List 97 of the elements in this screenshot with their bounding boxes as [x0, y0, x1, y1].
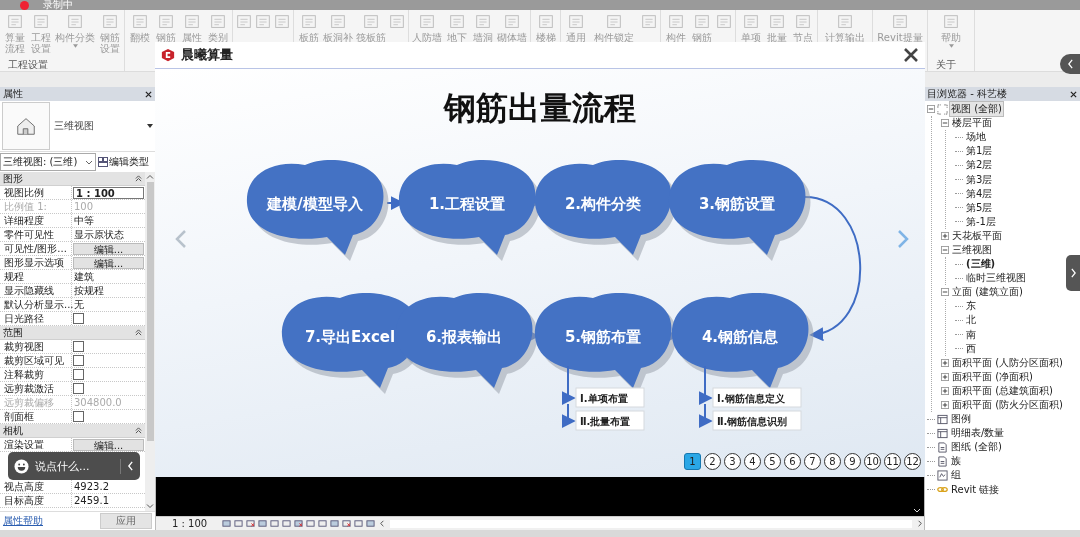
property-label: 剖面框	[0, 410, 72, 423]
tree-item[interactable]: 第3层	[965, 172, 994, 187]
property-label: 规程	[0, 270, 72, 283]
property-label: 视图比例	[0, 186, 72, 199]
property-value: 100	[73, 201, 94, 212]
property-label: 零件可见性	[0, 228, 72, 241]
tree-item[interactable]: 第5层	[965, 200, 994, 215]
view-dropdown[interactable]: 三维视图: (三维)	[0, 153, 96, 171]
tree-item[interactable]: 面积平面 (净面积)	[951, 369, 1034, 384]
tree-item[interactable]: 楼层平面	[951, 116, 993, 131]
tree-item[interactable]: 西	[965, 341, 977, 356]
tree-item[interactable]: 场地	[965, 130, 987, 145]
section-header[interactable]: 范围	[0, 326, 145, 340]
tree-item[interactable]: 南	[965, 327, 977, 342]
edit-button[interactable]: 编辑...	[73, 242, 144, 255]
panel-title: 目浏览器 - 科艺楼	[927, 87, 1007, 101]
property-value: 中等	[73, 213, 94, 228]
property-label: 日光路径	[0, 312, 72, 325]
tree-item[interactable]: 面积平面 (总建筑面积)	[951, 383, 1054, 398]
process-step: 1.工程设置	[399, 159, 541, 261]
tree-item[interactable]: 面积平面 (防火分区面积)	[951, 398, 1064, 412]
property-label: 注释裁剪	[0, 368, 72, 381]
property-value: 按规程	[73, 283, 104, 298]
panel-title: 属性	[3, 87, 23, 101]
process-step: 3.钢筋设置	[669, 159, 811, 261]
property-label: 可见性/图形...	[0, 242, 72, 255]
property-value: 显示原状态	[73, 227, 124, 242]
property-label: 详细程度	[0, 214, 72, 227]
view-scale[interactable]: 1 : 100	[172, 518, 208, 529]
tree-item[interactable]: 北	[965, 313, 977, 328]
tree-item[interactable]: 三维视图	[951, 243, 993, 257]
edit-button[interactable]: 编辑...	[73, 256, 144, 269]
sub-step-label: Ⅱ.钢筋信息识别	[712, 410, 802, 431]
section-title: 图形	[3, 171, 23, 186]
page-dot[interactable]: 6	[784, 453, 801, 470]
property-label: 显示隐藏线	[0, 284, 72, 297]
property-value: 304800.0	[73, 397, 122, 408]
ribbon-group-label: 关于	[936, 58, 956, 71]
section-header[interactable]: 相机	[0, 424, 145, 438]
sub-step-label: Ⅰ.单项布置	[575, 387, 645, 408]
help-link[interactable]: 属性帮助	[3, 514, 43, 528]
tree-item[interactable]: 图例	[950, 412, 972, 427]
property-label: 比例值 1:	[0, 200, 72, 213]
tree-item[interactable]: 组	[950, 468, 962, 483]
page-dot[interactable]: 11	[884, 453, 901, 470]
property-label: 远剪裁激活	[0, 382, 72, 395]
property-value: 无	[74, 297, 84, 312]
tree-item[interactable]: 第-1层	[965, 214, 997, 229]
tree-item[interactable]: 第4层	[965, 186, 994, 201]
tree-item[interactable]: 天花板平面	[951, 228, 1003, 243]
page-dot[interactable]: 10	[864, 453, 881, 470]
sub-step-label: Ⅰ.钢筋信息定义	[712, 387, 802, 408]
page-dot[interactable]: 3	[724, 453, 741, 470]
apply-button[interactable]: 应用	[100, 513, 152, 529]
property-input[interactable]: 1 : 100	[73, 186, 144, 199]
page-dot[interactable]: 5	[764, 453, 781, 470]
property-label: 目标高度	[0, 494, 72, 507]
tree-item[interactable]: 第2层	[965, 158, 994, 173]
page-dot[interactable]: 7	[804, 453, 821, 470]
edit-button[interactable]: 编辑...	[73, 438, 144, 451]
sub-step-label: Ⅱ.批量布置	[575, 410, 645, 431]
edit-type-button[interactable]: 编辑类型	[98, 153, 155, 171]
page-dot[interactable]: 8	[824, 453, 841, 470]
property-value: 2459.1	[73, 495, 109, 506]
tree-item[interactable]: 族	[950, 454, 962, 469]
section-header[interactable]: 图形	[0, 172, 145, 186]
tree-item[interactable]: 立面 (建筑立面)	[951, 285, 1024, 300]
property-label: 图形显示选项	[0, 256, 72, 269]
property-label: 渲染设置	[0, 438, 72, 451]
tree-item[interactable]: (三维)	[965, 257, 997, 272]
page-dot[interactable]: 2	[704, 453, 721, 470]
page-dot[interactable]: 12	[904, 453, 921, 470]
page-dot[interactable]: 9	[844, 453, 861, 470]
tree-item[interactable]: 东	[965, 299, 977, 314]
tree-item[interactable]: 图纸 (全部)	[950, 440, 1003, 455]
property-label: 视点高度	[0, 480, 72, 493]
property-label: 远剪裁偏移	[0, 396, 72, 409]
chat-input[interactable]: 说点什么...	[35, 458, 121, 474]
property-label: 裁剪区域可见	[0, 354, 72, 367]
section-title: 范围	[3, 325, 23, 340]
process-step: 建模/模型导入	[247, 159, 389, 261]
page-dot[interactable]: 4	[744, 453, 761, 470]
slide-title: 钢筋出量流程	[444, 89, 636, 127]
tree-item[interactable]: 视图 (全部)	[950, 102, 1003, 117]
tree-item[interactable]: 第1层	[965, 144, 994, 159]
section-title: 相机	[3, 423, 23, 438]
tree-item[interactable]: Revit 链接	[950, 482, 1001, 497]
property-value: 4923.2	[73, 481, 109, 492]
tree-item[interactable]: 明细表/数量	[950, 426, 1006, 441]
type-selector[interactable]: 三维视图	[0, 101, 155, 152]
tree-item[interactable]: 面积平面 (人防分区面积)	[951, 355, 1064, 370]
tree-item[interactable]: 临时三维视图	[965, 271, 1027, 286]
dialog-title: 晨曦算量	[181, 46, 234, 64]
property-value: 建筑	[73, 269, 94, 284]
property-label: 裁剪视图	[0, 340, 72, 353]
ribbon-group-label: 工程设置	[8, 58, 48, 71]
recording-label: 录制中	[43, 0, 73, 10]
